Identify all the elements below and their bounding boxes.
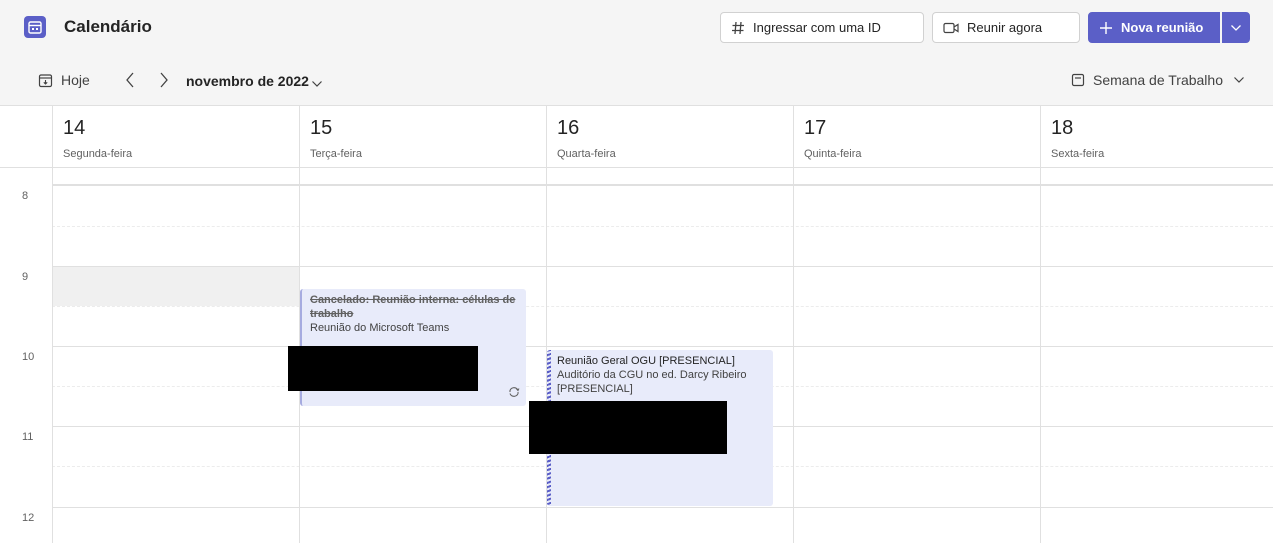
day-number: 14	[63, 117, 86, 139]
plus-icon	[1099, 21, 1113, 35]
top-bar: Calendário Ingressar com uma ID Reunir a…	[0, 0, 1273, 56]
hour-label: 10	[22, 351, 35, 363]
day-header[interactable]: 16 Quarta-feira	[546, 106, 793, 168]
chevron-down-icon	[1233, 76, 1245, 84]
work-week-icon	[1071, 73, 1085, 87]
day-name: Sexta-feira	[1051, 148, 1105, 160]
day-number: 16	[557, 117, 580, 139]
day-header[interactable]: 14 Segunda-feira	[52, 106, 299, 168]
view-switcher[interactable]: Semana de Trabalho	[1071, 72, 1245, 88]
event-subtitle: Reunião do Microsoft Teams	[310, 322, 450, 334]
day-name: Segunda-feira	[63, 148, 133, 160]
meet-now-label: Reunir agora	[967, 20, 1043, 35]
hour-label: 8	[22, 190, 29, 202]
event-title: Cancelado: Reunião interna: células de t…	[310, 294, 516, 320]
time-grid[interactable]: 8 9 10 11 12 Cancelado: Reunião interna:…	[0, 168, 1273, 543]
hour-label: 12	[22, 512, 35, 524]
new-meeting-button[interactable]: Nova reunião	[1088, 12, 1220, 43]
today-label: Hoje	[61, 72, 90, 88]
day-name: Quarta-feira	[557, 148, 616, 160]
day-number: 18	[1051, 117, 1074, 139]
calendar-toolbar: Hoje novembro de 2022 Semana de Trabalho	[0, 56, 1273, 106]
day-number: 15	[310, 117, 333, 139]
chevron-down-icon	[1230, 20, 1242, 35]
chevron-right-icon	[158, 72, 170, 93]
join-with-id-button[interactable]: Ingressar com uma ID	[720, 12, 924, 43]
day-header-row: 14 Segunda-feira 15 Terça-feira 16 Quart…	[0, 106, 1273, 168]
day-name: Quinta-feira	[804, 148, 862, 160]
chevron-down-icon[interactable]	[311, 75, 323, 93]
hashtag-icon	[731, 21, 745, 35]
new-meeting-dropdown-button[interactable]	[1222, 12, 1250, 43]
event-title: Reunião Geral OGU [PRESENCIAL]	[557, 355, 735, 367]
app-title: Calendário	[64, 17, 152, 36]
day-header[interactable]: 15 Terça-feira	[299, 106, 546, 168]
day-header[interactable]: 18 Sexta-feira	[1040, 106, 1273, 168]
meet-now-button[interactable]: Reunir agora	[932, 12, 1080, 43]
next-week-button[interactable]	[158, 71, 170, 94]
join-with-id-label: Ingressar com uma ID	[753, 20, 881, 35]
today-button[interactable]: Hoje	[38, 72, 90, 88]
view-label: Semana de Trabalho	[1093, 72, 1223, 88]
time-slot-highlight	[53, 266, 299, 306]
day-name: Terça-feira	[310, 148, 362, 160]
previous-week-button[interactable]	[124, 71, 136, 94]
calendar-today-icon	[38, 73, 53, 88]
redaction-box	[288, 346, 478, 391]
month-picker[interactable]: novembro de 2022	[186, 73, 309, 89]
recurring-icon	[508, 386, 520, 402]
all-day-strip[interactable]	[52, 168, 1273, 185]
video-camera-icon	[943, 22, 959, 34]
event-location: Auditório da CGU no ed. Darcy Ribeiro [P…	[557, 369, 747, 395]
chevron-left-icon	[124, 72, 136, 93]
redaction-box	[529, 401, 727, 454]
day-header[interactable]: 17 Quinta-feira	[793, 106, 1040, 168]
hour-label: 11	[22, 431, 34, 443]
day-number: 17	[804, 117, 827, 139]
calendar-app-icon	[24, 16, 46, 38]
new-meeting-label: Nova reunião	[1121, 20, 1204, 35]
hour-label: 9	[22, 271, 29, 283]
